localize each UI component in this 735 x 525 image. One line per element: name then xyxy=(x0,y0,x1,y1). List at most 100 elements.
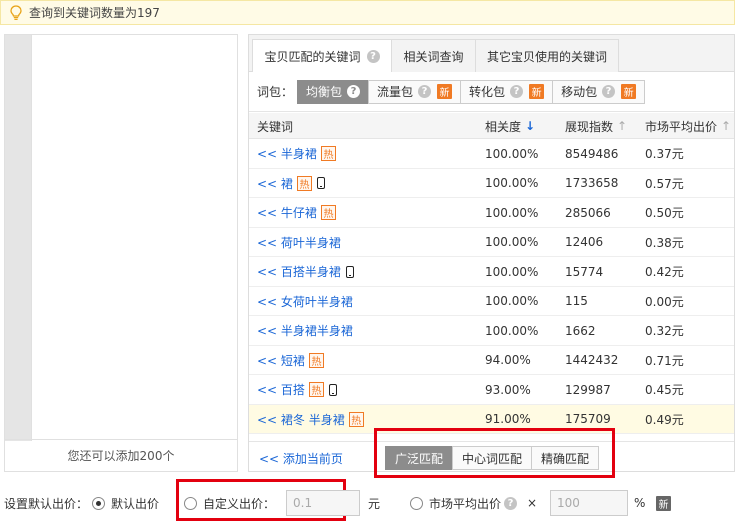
radio-checked-icon xyxy=(92,496,105,510)
mobile-icon xyxy=(328,383,337,396)
help-icon[interactable]: ? xyxy=(504,496,518,510)
impressions-cell: 285066 xyxy=(565,205,611,220)
radio-icon xyxy=(410,496,423,510)
col-header-avg-bid[interactable]: 市场平均出价 ↑ xyxy=(645,113,731,139)
keyword-recommend-panel: 宝贝匹配的关键词 ? 相关词查询 其它宝贝使用的关键词 词包： 均衡包 ? 流量… xyxy=(248,34,735,472)
avg-bid-cell: 0.38元 xyxy=(645,235,684,250)
hot-badge: 热 xyxy=(320,205,336,220)
package-balanced-button[interactable]: 均衡包 ? xyxy=(297,79,370,104)
col-header-relevance[interactable]: 相关度 ↓ xyxy=(485,113,535,139)
avg-bid-cell: 0.57元 xyxy=(645,176,684,191)
selected-keywords-list[interactable] xyxy=(31,35,237,441)
keyword-link[interactable]: << 牛仔裙热 xyxy=(257,198,336,227)
keyword-text: << 短裙 xyxy=(257,353,305,368)
keyword-link[interactable]: << 半身裙半身裙 xyxy=(257,316,353,345)
package-button-label: 流量包 xyxy=(377,85,414,99)
notice-bar: 查询到关键词数量为197 xyxy=(0,0,735,25)
annotation-box-match-type xyxy=(374,428,615,478)
table-row: << 裙热 100.00% 1733658 0.57元 xyxy=(249,169,734,198)
selected-keywords-panel: 您还可以添加200个 xyxy=(4,34,238,472)
default-bid-label: 设置默认出价： xyxy=(4,496,89,511)
impressions-cell: 115 xyxy=(565,294,588,308)
table-row: << 短裙热 94.00% 1442432 0.71元 xyxy=(249,346,734,375)
keyword-text: << 裙 xyxy=(257,176,293,191)
default-bid-radio[interactable]: 默认出价 xyxy=(92,488,159,518)
impressions-cell: 15774 xyxy=(565,264,604,279)
keyword-text: << 百搭半身裙 xyxy=(257,265,341,279)
relevance-cell: 100.00% xyxy=(485,235,539,249)
package-conversion-button[interactable]: 转化包 ? 新 xyxy=(460,79,554,104)
help-icon[interactable]: ? xyxy=(510,85,524,98)
tab-other-item-keywords[interactable]: 其它宝贝使用的关键词 xyxy=(475,39,619,72)
tab-label: 其它宝贝使用的关键词 xyxy=(486,49,607,64)
col-header-impressions[interactable]: 展现指数 ↑ xyxy=(565,113,627,139)
tab-related-search[interactable]: 相关词查询 xyxy=(391,39,476,72)
keyword-text: << 荷叶半身裙 xyxy=(257,235,341,250)
keyword-text: << 牛仔裙 xyxy=(257,206,317,220)
lightbulb-icon xyxy=(10,4,22,20)
keyword-link[interactable]: << 裙冬 半身裙热 xyxy=(257,405,364,434)
keyword-text: << 女荷叶半身裙 xyxy=(257,294,353,309)
help-icon[interactable]: ? xyxy=(366,50,380,63)
sort-icon: ↑ xyxy=(617,119,628,133)
word-package-row: 词包： 均衡包 ? 流量包 ? 新 转化包 ? 新 移动包 ? 新 xyxy=(249,72,734,112)
multiply-sign: × xyxy=(527,496,538,510)
relevance-cell: 100.00% xyxy=(485,176,539,190)
table-row: << 女荷叶半身裙 100.00% 115 0.00元 xyxy=(249,287,734,316)
relevance-cell: 100.00% xyxy=(485,146,539,161)
package-button-label: 移动包 xyxy=(561,85,598,99)
percent-input[interactable]: 100 xyxy=(550,490,628,516)
keyword-link[interactable]: << 女荷叶半身裙 xyxy=(257,287,353,316)
hot-badge: 热 xyxy=(296,175,312,191)
keyword-table-header: 关键词 相关度 ↓ 展现指数 ↑ 市场平均出价 ↑ xyxy=(249,113,734,139)
table-row: << 百搭热 93.00% 129987 0.45元 xyxy=(249,375,734,405)
add-current-page-link[interactable]: << 添加当前页 xyxy=(259,442,343,471)
col-header-label: 展现指数 xyxy=(565,119,614,134)
tab-matched-keywords[interactable]: 宝贝匹配的关键词 ? xyxy=(252,39,392,73)
relevance-cell: 100.00% xyxy=(485,294,539,308)
custom-bid-input-wrap: 0.1 元 xyxy=(286,488,380,518)
custom-bid-radio[interactable]: 自定义出价： xyxy=(184,488,275,518)
keyword-link[interactable]: << 裙热 xyxy=(257,169,325,198)
help-icon[interactable]: ? xyxy=(418,85,432,98)
impressions-cell: 1733658 xyxy=(565,176,619,190)
package-label: 词包： xyxy=(257,85,294,99)
help-icon[interactable]: ? xyxy=(347,85,361,98)
percent-input-wrap: 100 % xyxy=(550,488,645,518)
new-badge: 新 xyxy=(437,84,453,99)
impressions-cell: 129987 xyxy=(565,382,611,397)
new-badge: 新 xyxy=(529,84,545,99)
keyword-link[interactable]: << 百搭半身裙 xyxy=(257,257,354,286)
keyword-link[interactable]: << 荷叶半身裙 xyxy=(257,228,341,257)
keyword-text: << 裙冬 半身裙 xyxy=(257,412,345,427)
avg-bid-cell: 0.00元 xyxy=(645,294,684,309)
avg-bid-cell: 0.45元 xyxy=(645,383,684,397)
package-traffic-button[interactable]: 流量包 ? 新 xyxy=(368,79,462,104)
col-header-label: 市场平均出价 xyxy=(645,119,718,134)
hot-badge: 热 xyxy=(320,146,336,161)
radio-label: 自定义出价： xyxy=(203,496,276,511)
keyword-link[interactable]: << 短裙热 xyxy=(257,346,324,375)
keyword-link[interactable]: << 半身裙热 xyxy=(257,139,336,168)
radio-icon xyxy=(184,496,197,510)
col-header-label: 相关度 xyxy=(485,119,522,134)
market-bid-radio[interactable]: 市场平均出价 ? xyxy=(410,488,518,518)
new-badge: 新 xyxy=(621,84,637,99)
impressions-cell: 12406 xyxy=(565,235,604,249)
avg-bid-cell: 0.32元 xyxy=(645,324,684,338)
table-row: << 荷叶半身裙 100.00% 12406 0.38元 xyxy=(249,228,734,257)
unit-label: 元 xyxy=(368,496,381,511)
keyword-link[interactable]: << 百搭热 xyxy=(257,375,337,404)
impressions-cell: 1442432 xyxy=(565,353,619,367)
avg-bid-cell: 0.49元 xyxy=(645,412,684,427)
keyword-text: << 半身裙半身裙 xyxy=(257,324,353,338)
package-mobile-button[interactable]: 移动包 ? 新 xyxy=(552,79,646,104)
hot-badge: 热 xyxy=(308,382,324,397)
mobile-icon xyxy=(316,177,325,189)
sort-desc-icon: ↓ xyxy=(525,119,536,133)
tab-bar: 宝贝匹配的关键词 ? 相关词查询 其它宝贝使用的关键词 xyxy=(249,35,734,73)
new-badge-wrap: 新 xyxy=(656,488,671,518)
custom-bid-input[interactable]: 0.1 xyxy=(286,490,360,516)
help-icon[interactable]: ? xyxy=(602,85,616,98)
table-row: << 半身裙半身裙 100.00% 1662 0.32元 xyxy=(249,316,734,346)
